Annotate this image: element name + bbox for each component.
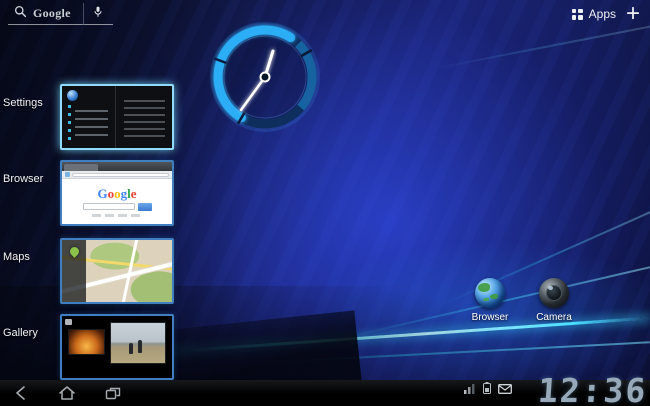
home-button[interactable] xyxy=(56,384,78,402)
system-bar: 12:36 xyxy=(0,380,650,406)
home-icon xyxy=(58,385,76,401)
apps-button[interactable]: Apps xyxy=(572,7,616,21)
recent-item-settings: Settings xyxy=(0,84,180,150)
search-icon xyxy=(14,5,27,23)
settings-preview-detail xyxy=(115,86,172,148)
back-button[interactable] xyxy=(10,384,32,402)
battery-icon xyxy=(483,381,491,399)
browser-icon-label: Browser xyxy=(472,312,509,323)
apps-grid-icon xyxy=(572,9,583,20)
apps-label: Apps xyxy=(589,7,616,21)
photo-figure xyxy=(138,340,142,353)
analog-clock-icon xyxy=(203,15,327,139)
wallpaper-streak xyxy=(432,24,650,70)
map-pin-icon xyxy=(68,245,81,258)
browser-preview-tab xyxy=(64,164,98,171)
search-box[interactable]: Google xyxy=(8,3,83,25)
recent-item-browser: Browser Google xyxy=(0,160,180,226)
system-clock[interactable]: 12:36 xyxy=(536,371,648,406)
search-label: Google xyxy=(33,6,71,21)
browser-preview-page: Google xyxy=(62,179,172,224)
globe-icon xyxy=(475,278,505,308)
microphone-icon xyxy=(92,4,104,24)
browser-preview-searchrow xyxy=(83,203,152,211)
google-logo: Google xyxy=(97,187,136,200)
recent-thumbnail-settings[interactable] xyxy=(60,84,174,150)
recent-label: Gallery xyxy=(3,327,38,339)
browser-preview-tabbar xyxy=(62,162,172,171)
email-notification-icon xyxy=(498,381,512,399)
analog-clock-widget[interactable] xyxy=(203,15,327,139)
recent-label: Settings xyxy=(3,97,43,109)
back-icon xyxy=(13,385,29,401)
recent-thumbnail-maps[interactable] xyxy=(60,238,174,304)
camera-lens-icon xyxy=(539,278,569,308)
recents-icon xyxy=(105,386,122,401)
browser-app-icon[interactable]: Browser xyxy=(462,278,518,323)
add-widget-button[interactable]: + xyxy=(622,0,644,28)
browser-preview-searchbox xyxy=(83,203,135,210)
maps-preview-sidebar xyxy=(62,240,86,302)
wallpaper-streak xyxy=(240,341,650,364)
photo-figure xyxy=(129,343,133,354)
recent-label: Browser xyxy=(3,173,43,185)
status-area[interactable] xyxy=(464,381,512,399)
gallery-photo-sunset xyxy=(68,329,105,355)
signal-icon xyxy=(464,381,476,399)
camera-app-icon[interactable]: Camera xyxy=(526,278,582,323)
browser-preview-addressbar xyxy=(62,171,172,179)
recent-thumbnail-gallery[interactable] xyxy=(60,314,174,380)
recent-item-gallery: Gallery xyxy=(0,314,180,380)
favicon-icon xyxy=(65,172,70,177)
browser-preview-urlfield xyxy=(72,173,169,177)
recents-button[interactable] xyxy=(102,384,124,402)
voice-search-button[interactable] xyxy=(83,3,113,25)
recent-label: Maps xyxy=(3,251,30,263)
browser-preview-links xyxy=(92,214,142,217)
google-search-widget: Google xyxy=(8,3,113,25)
settings-preview-list xyxy=(62,86,115,148)
camera-icon-label: Camera xyxy=(536,312,572,323)
android-home-screen: Google Apps + xyxy=(0,0,650,406)
gallery-photo-beach xyxy=(110,322,166,364)
recent-item-maps: Maps xyxy=(0,238,180,304)
recent-thumbnail-browser[interactable]: Google xyxy=(60,160,174,226)
browser-preview-button xyxy=(138,203,152,211)
gallery-badge-icon xyxy=(65,319,72,325)
